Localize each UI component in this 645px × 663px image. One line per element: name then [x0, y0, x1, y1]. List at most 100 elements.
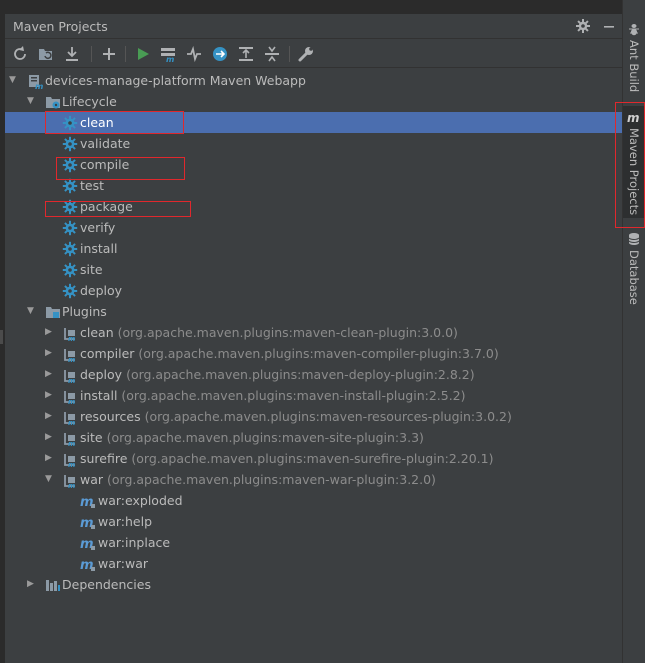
- svg-text:m: m: [68, 356, 75, 362]
- reimport-icon[interactable]: [11, 45, 29, 63]
- phase-label: deploy: [80, 283, 122, 298]
- war-goal-war-help[interactable]: m war:help: [5, 511, 622, 532]
- war-goal-war-exploded[interactable]: m war:exploded: [5, 490, 622, 511]
- node-name: verify: [80, 220, 116, 235]
- tree-row-project[interactable]: ▼ m devices-manage-platform Maven Webapp: [5, 70, 622, 91]
- lifecycle-label: Lifecycle: [62, 94, 117, 109]
- phase-label: validate: [80, 136, 130, 151]
- plugin-coordinates: (org.apache.maven.plugins:maven-site-plu…: [106, 430, 424, 445]
- node-name: compiler: [80, 346, 135, 361]
- lifecycle-phase-deploy[interactable]: deploy: [5, 280, 622, 301]
- plugin-site[interactable]: ▶ m site (org.apache.maven.plugins:maven-s…: [5, 427, 622, 448]
- collapse-arrow-icon[interactable]: ▶: [45, 327, 55, 337]
- svg-text:m: m: [68, 419, 75, 425]
- plugin-label: surefire (org.apache.maven.plugins:maven…: [80, 451, 493, 466]
- plugin-coordinates: (org.apache.maven.plugins:maven-clean-pl…: [117, 325, 458, 340]
- tree-row-dependencies[interactable]: ▶ Dependencies: [5, 574, 622, 595]
- plugin-war[interactable]: ▼ m war (org.apache.maven.plugins:maven-wa…: [5, 469, 622, 490]
- collapse-arrow-icon[interactable]: ▶: [45, 453, 55, 463]
- maven-project-icon: m: [27, 73, 43, 89]
- node-name: deploy: [80, 283, 123, 298]
- toolbar-separator: [91, 46, 92, 62]
- node-name: war: [80, 472, 104, 487]
- plugin-icon: m: [62, 325, 78, 341]
- plugin-clean[interactable]: ▶ m clean (org.apache.maven.plugins:maven-…: [5, 322, 622, 343]
- plugin-surefire[interactable]: ▶ m surefire (org.apache.maven.plugins:mav…: [5, 448, 622, 469]
- generate-sources-icon[interactable]: [37, 45, 55, 63]
- phase-label: install: [80, 241, 117, 256]
- run-icon[interactable]: [134, 45, 152, 63]
- collapse-arrow-icon[interactable]: ▶: [45, 369, 55, 379]
- gear-icon: [62, 178, 78, 194]
- dependencies-label: Dependencies: [62, 577, 151, 592]
- plugin-label: clean (org.apache.maven.plugins:maven-cl…: [80, 325, 458, 340]
- side-tab-database[interactable]: Database: [623, 228, 645, 305]
- plugin-icon: m: [62, 367, 78, 383]
- phase-label: verify: [80, 220, 115, 235]
- gear-icon: [62, 136, 78, 152]
- expand-arrow-icon[interactable]: ▼: [27, 306, 37, 316]
- collapse-arrow-icon[interactable]: ▶: [45, 390, 55, 400]
- svg-text:m: m: [68, 482, 75, 488]
- execute-goal-icon[interactable]: m: [159, 45, 177, 63]
- left-edge-mark: [0, 330, 3, 344]
- expand-arrow-icon[interactable]: ▼: [9, 75, 19, 85]
- node-name: deploy: [80, 367, 123, 382]
- collapse-arrow-icon[interactable]: ▶: [45, 432, 55, 442]
- war-goal-war-war[interactable]: m war:war: [5, 553, 622, 574]
- lifecycle-folder-icon: [45, 94, 61, 110]
- svg-text:m: m: [68, 398, 75, 404]
- war-goal-war-inplace[interactable]: m war:inplace: [5, 532, 622, 553]
- lifecycle-phase-validate[interactable]: validate: [5, 133, 622, 154]
- highlight-box-clean: [45, 111, 184, 134]
- collapse-all-icon[interactable]: [263, 45, 281, 63]
- plugin-deploy[interactable]: ▶ m deploy (org.apache.maven.plugins:maven…: [5, 364, 622, 385]
- minimize-icon[interactable]: [601, 18, 617, 34]
- plugin-install[interactable]: ▶ m install (org.apache.maven.plugins:mave…: [5, 385, 622, 406]
- collapse-arrow-icon[interactable]: ▶: [45, 348, 55, 358]
- plugin-resources[interactable]: ▶ m resources (org.apache.maven.plugins:ma…: [5, 406, 622, 427]
- settings-wrench-icon[interactable]: [297, 45, 315, 63]
- plugin-icon: m: [62, 430, 78, 446]
- side-tab-ant-build[interactable]: Ant Build: [623, 18, 645, 98]
- node-name: resources: [80, 409, 141, 424]
- right-tool-window-bar: Ant Build m Maven Projects Database: [622, 0, 645, 663]
- toolbar-separator: [289, 46, 290, 62]
- svg-text:m: m: [68, 377, 75, 383]
- highlight-box-maven-projects-tab: [615, 102, 645, 228]
- gear-icon: [62, 262, 78, 278]
- plugin-label: resources (org.apache.maven.plugins:mave…: [80, 409, 512, 424]
- gear-icon: [62, 220, 78, 236]
- plugin-compiler[interactable]: ▶ m compiler (org.apache.maven.plugins:mav…: [5, 343, 622, 364]
- goal-label: war:war: [98, 556, 148, 571]
- plugin-coordinates: (org.apache.maven.plugins:maven-deploy-p…: [126, 367, 475, 382]
- skip-tests-icon[interactable]: [211, 45, 229, 63]
- maven-goal-icon: m: [80, 493, 96, 509]
- lifecycle-phase-install[interactable]: install: [5, 238, 622, 259]
- expand-arrow-icon[interactable]: ▼: [27, 96, 37, 106]
- lifecycle-phase-site[interactable]: site: [5, 259, 622, 280]
- plugins-folder-icon: [45, 304, 61, 320]
- collapse-arrow-icon[interactable]: ▶: [27, 579, 37, 589]
- download-icon[interactable]: [63, 45, 81, 63]
- tree-row-plugins[interactable]: ▼ Plugins: [5, 301, 622, 322]
- tree-row-lifecycle[interactable]: ▼ Lifecycle: [5, 91, 622, 112]
- add-icon[interactable]: [100, 45, 118, 63]
- lifecycle-phase-verify[interactable]: verify: [5, 217, 622, 238]
- phase-label: test: [80, 178, 104, 193]
- gear-icon[interactable]: [575, 18, 591, 34]
- plugin-coordinates: (org.apache.maven.plugins:maven-install-…: [121, 388, 466, 403]
- toggle-offline-icon[interactable]: [185, 45, 203, 63]
- highlight-box-compile: [56, 157, 185, 180]
- plugin-icon: m: [62, 409, 78, 425]
- show-dependencies-icon[interactable]: [237, 45, 255, 63]
- goal-label: war:help: [98, 514, 152, 529]
- side-tab-label: Database: [627, 250, 641, 305]
- svg-text:m: m: [35, 82, 43, 89]
- expand-arrow-icon[interactable]: ▼: [45, 474, 55, 484]
- node-name: war:help: [98, 514, 153, 529]
- plugin-label: compiler (org.apache.maven.plugins:maven…: [80, 346, 499, 361]
- collapse-arrow-icon[interactable]: ▶: [45, 411, 55, 421]
- gear-icon: [62, 241, 78, 257]
- svg-text:m: m: [68, 461, 75, 467]
